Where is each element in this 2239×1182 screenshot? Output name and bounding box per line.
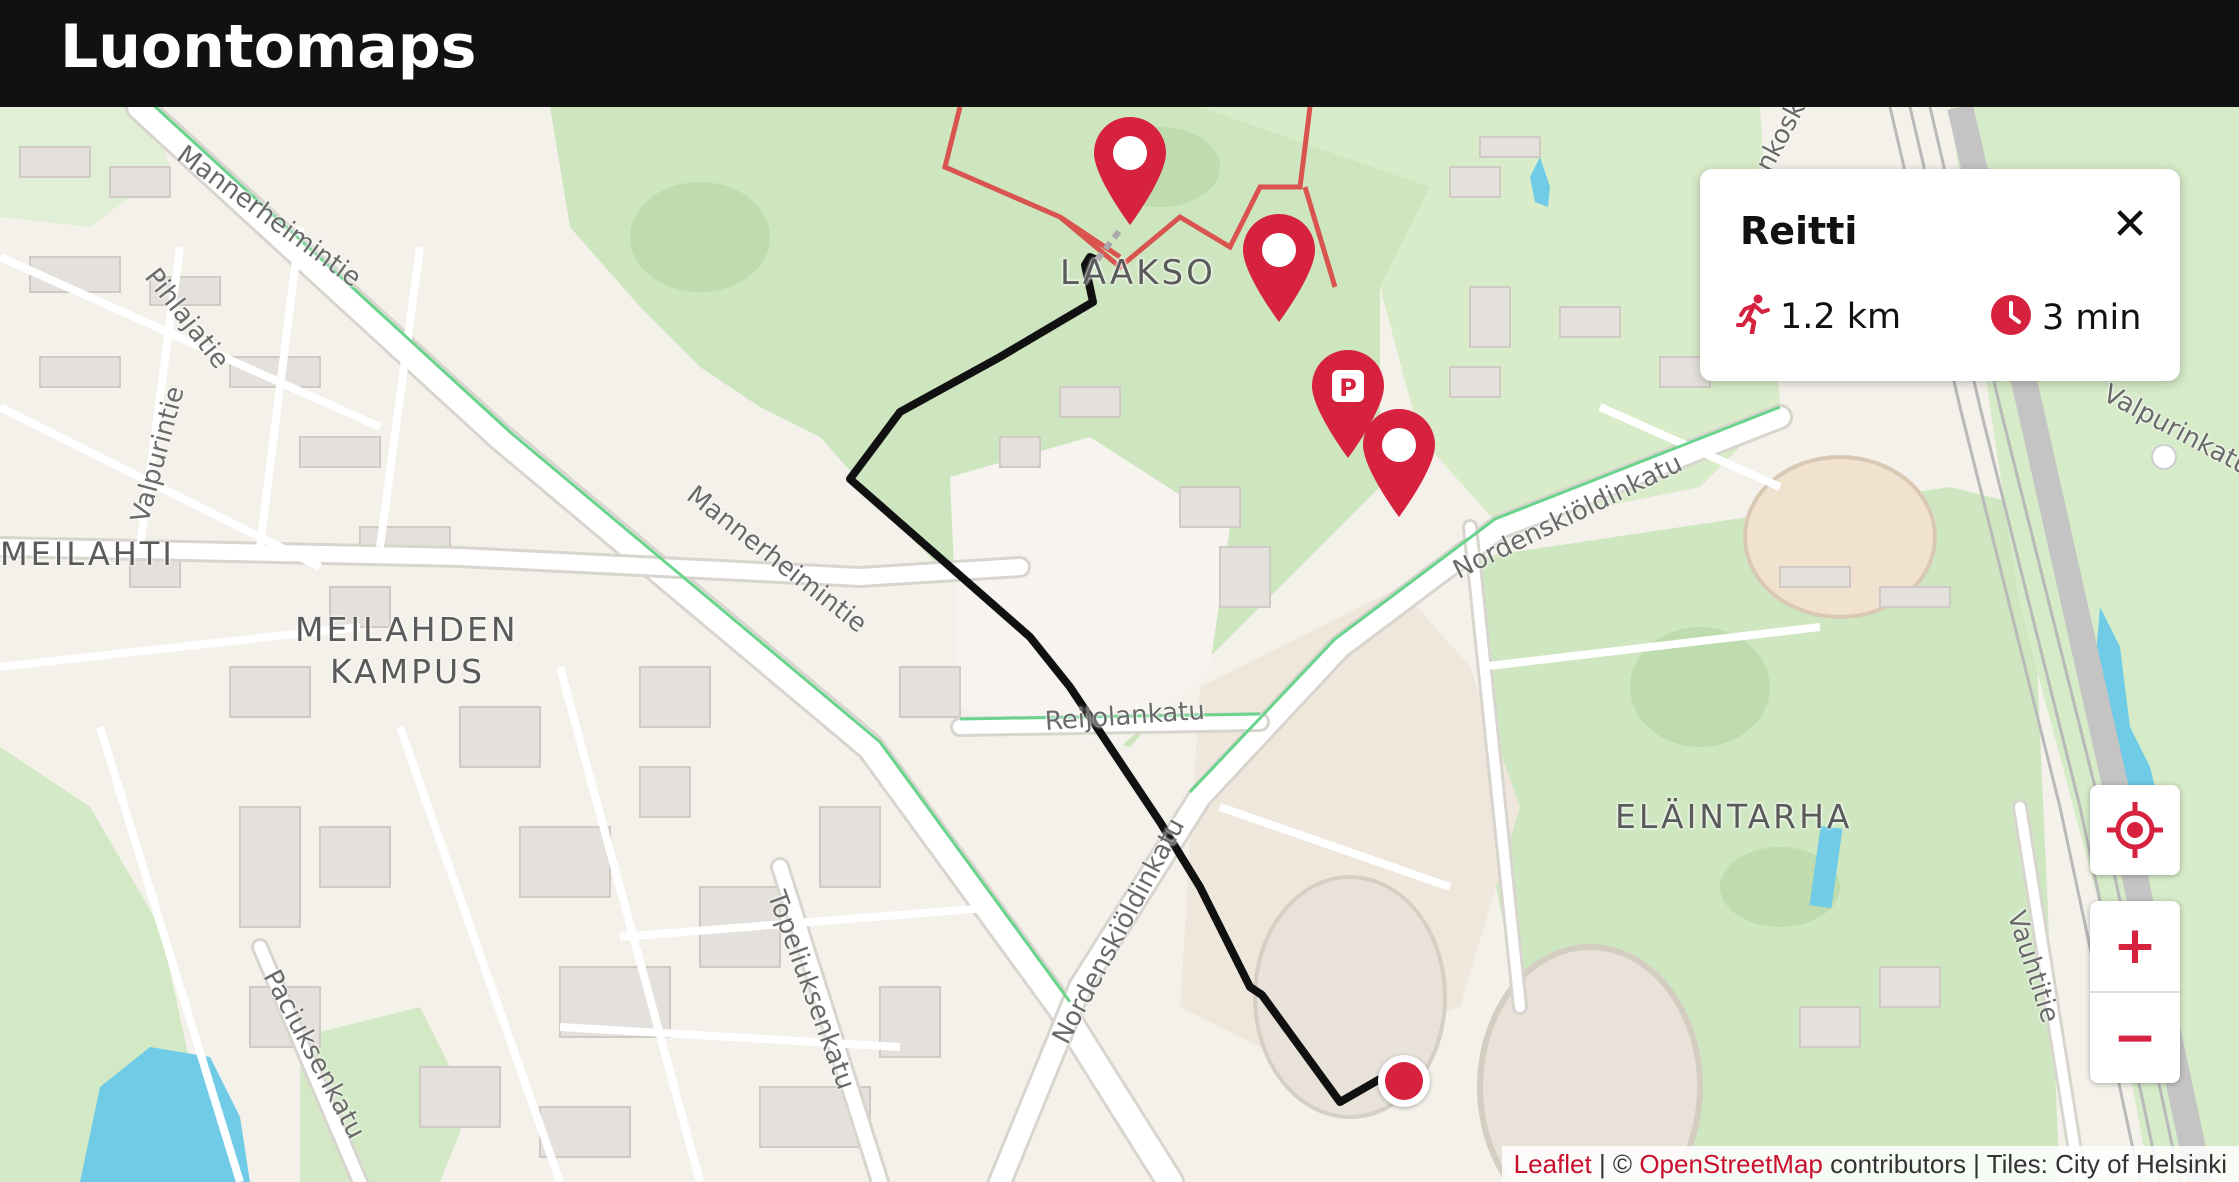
zoom-control: + −: [2090, 901, 2180, 1083]
place-marker-3[interactable]: [1361, 407, 1437, 519]
close-icon[interactable]: ✕: [2110, 203, 2150, 247]
zoom-in-button[interactable]: +: [2090, 901, 2180, 991]
clock-icon: [1990, 294, 2032, 341]
leaflet-link[interactable]: Leaflet: [1514, 1149, 1592, 1179]
district-label-laakso: LAAKSO: [1060, 253, 1216, 293]
place-marker-1[interactable]: [1092, 115, 1168, 227]
locate-control: [2090, 785, 2180, 875]
osm-link[interactable]: OpenStreetMap: [1639, 1149, 1823, 1179]
attribution-sep: | ©: [1591, 1149, 1640, 1179]
walking-icon: [1736, 294, 1770, 339]
map-view[interactable]: LAAKSO MEILAHTI MEILAHDEN KAMPUS ELÄINTA…: [0, 107, 2239, 1182]
distance-value: 1.2 km: [1780, 296, 1902, 337]
district-label-elaintarha: ELÄINTARHA: [1615, 797, 1853, 836]
minus-icon: −: [2113, 1008, 2157, 1068]
app-header: Luontomaps: [0, 0, 2239, 107]
distance-stat: 1.2 km: [1736, 294, 1901, 339]
destination-dot-inner: [1385, 1062, 1423, 1100]
district-label-kampus: KAMPUS: [330, 652, 486, 691]
app-title: Luontomaps: [60, 12, 477, 82]
plus-icon: +: [2113, 916, 2157, 976]
duration-value: 3 min: [2042, 297, 2142, 338]
district-label-meilahti: MEILAHTI: [0, 535, 175, 573]
route-title: Reitti: [1740, 209, 1858, 253]
crosshair-icon[interactable]: [2090, 785, 2180, 875]
map-attribution: Leaflet | © OpenStreetMap contributors |…: [1501, 1146, 2239, 1182]
svg-text:P: P: [1339, 374, 1357, 402]
duration-stat: 3 min: [1990, 294, 2141, 341]
route-info-card: Reitti ✕ 1.2 km 3 min: [1700, 169, 2180, 381]
place-marker-2[interactable]: [1241, 212, 1317, 324]
zoom-out-button[interactable]: −: [2090, 993, 2180, 1083]
district-label-meilahden: MEILAHDEN: [295, 610, 519, 649]
destination-dot[interactable]: [1378, 1055, 1430, 1107]
attribution-rest: contributors | Tiles: City of Helsinki: [1822, 1149, 2227, 1179]
